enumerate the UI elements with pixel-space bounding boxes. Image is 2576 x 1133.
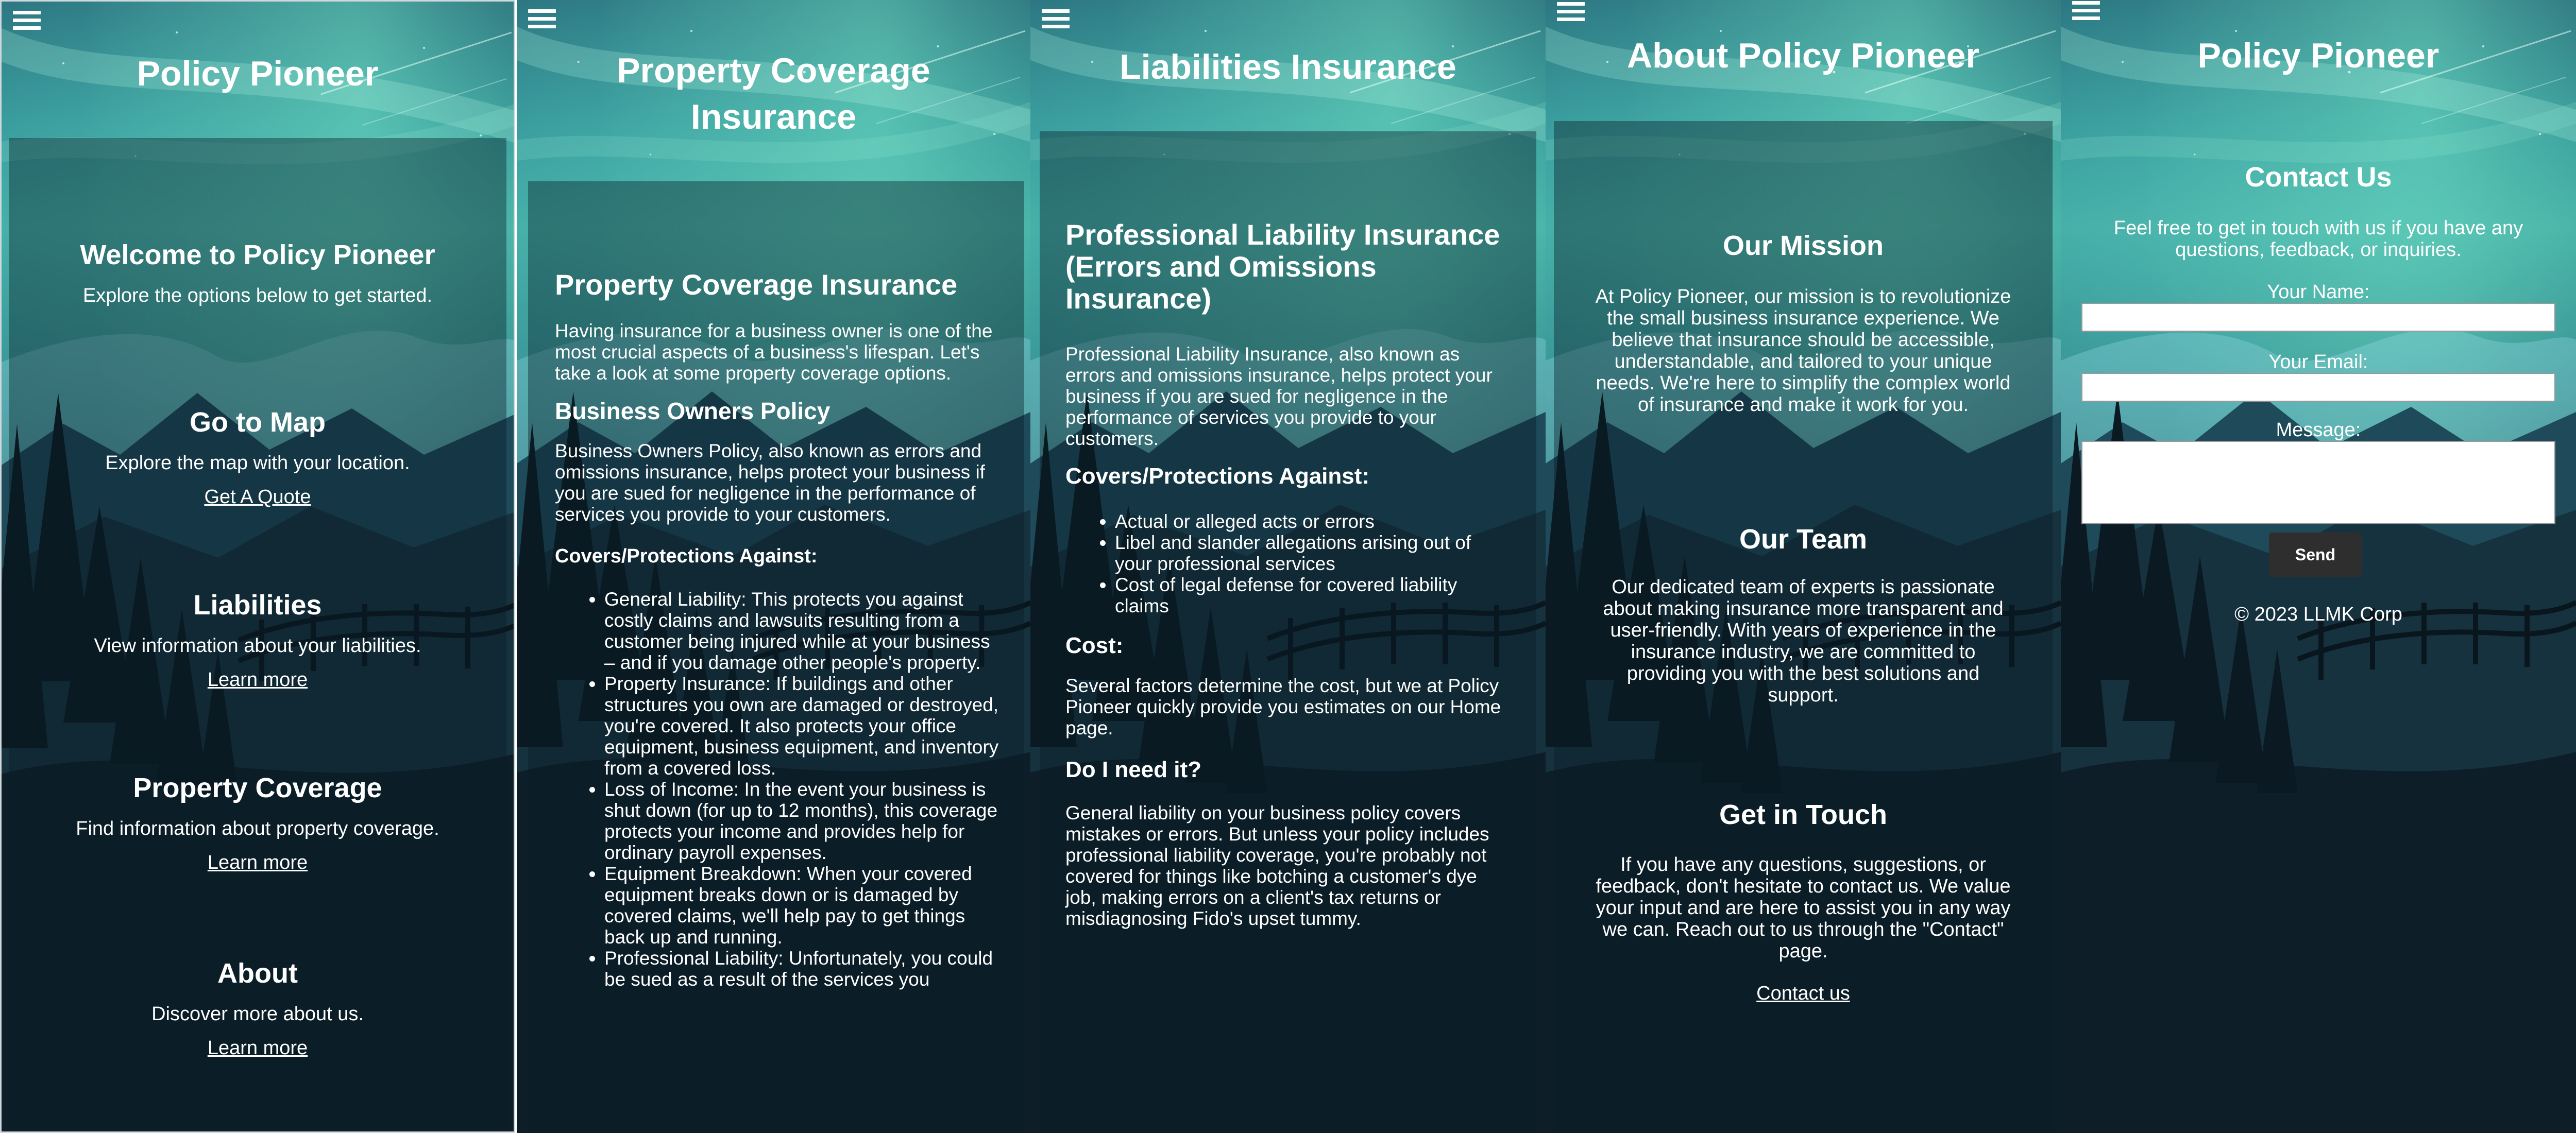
contact-intro: Feel free to get in touch with us if you…	[2113, 217, 2523, 261]
section-heading: Go to Map	[190, 407, 326, 438]
section-map: Go to Map Explore the map with your loca…	[9, 406, 506, 508]
hamburger-menu-icon[interactable]	[2072, 1, 2100, 24]
property-learn-more-link[interactable]: Learn more	[208, 852, 308, 874]
get-a-quote-link[interactable]: Get A Quote	[204, 486, 311, 508]
hamburger-menu-icon[interactable]	[1557, 2, 1585, 25]
contact-form: Contact Us Feel free to get in touch wit…	[2061, 161, 2576, 625]
section-text: Find information about property coverage…	[76, 818, 439, 839]
page-title: Liabilities Insurance	[1120, 47, 1456, 87]
hamburger-menu-icon[interactable]	[13, 11, 41, 33]
list-item: Actual or alleged acts or errors	[1115, 511, 1505, 532]
cost-text: Several factors determine the cost, but …	[1065, 675, 1501, 739]
contact-us-link[interactable]: Contact us	[1756, 983, 1850, 1005]
list-item: Equipment Breakdown: When your covered e…	[604, 863, 1004, 948]
screen-property-coverage: Property Coverage Insurance Property Cov…	[517, 0, 1030, 1133]
section-property-coverage: Property Coverage Find information about…	[9, 771, 506, 874]
email-label: Your Email:	[2268, 351, 2368, 373]
section-liabilities: Liabilities View information about your …	[9, 589, 506, 691]
list-item: Property Insurance: If buildings and oth…	[604, 673, 1004, 779]
need-heading: Do I need it?	[1065, 757, 1201, 782]
page-title: Property Coverage Insurance	[517, 47, 1030, 140]
team-text: Our dedicated team of experts is passion…	[1603, 576, 2004, 706]
section-heading: Property Coverage Insurance	[555, 268, 958, 301]
team-heading: Our Team	[1739, 524, 1868, 555]
hamburger-menu-icon[interactable]	[528, 9, 556, 32]
mission-heading: Our Mission	[1722, 230, 1884, 261]
screen-about: About Policy Pioneer Our Mission At Poli…	[1546, 0, 2061, 1133]
section-text: View information about your liabilities.	[94, 635, 421, 657]
cost-heading: Cost:	[1065, 633, 1124, 658]
covers-list: General Liability: This protects you aga…	[555, 589, 1004, 990]
page-title: Policy Pioneer	[2197, 36, 2439, 75]
page-title-line1: Property Coverage	[617, 51, 930, 90]
welcome-text: Explore the options below to get started…	[82, 285, 433, 306]
name-field[interactable]	[2081, 303, 2555, 332]
section-text: Discover more about us.	[151, 1003, 364, 1025]
screen-liabilities: Liabilities Insurance Professional Liabi…	[1030, 0, 1546, 1133]
get-in-touch-heading: Get in Touch	[1719, 799, 1887, 830]
about-learn-more-link[interactable]: Learn more	[208, 1037, 308, 1059]
content-panel: Our Mission At Policy Pioneer, our missi…	[1554, 121, 2053, 1133]
contact-heading: Contact Us	[2245, 162, 2392, 193]
hamburger-menu-icon[interactable]	[1042, 9, 1070, 32]
screen-home: Policy Pioneer Welcome to Policy Pioneer…	[0, 0, 515, 1133]
get-in-touch-text: If you have any questions, suggestions, …	[1596, 854, 2011, 962]
content-panel: Welcome to Policy Pioneer Explore the op…	[9, 138, 506, 1131]
section-heading: About	[217, 958, 298, 989]
liabilities-learn-more-link[interactable]: Learn more	[208, 669, 308, 691]
section-text: Explore the map with your location.	[105, 452, 410, 474]
team-section: Our Team Our dedicated team of experts i…	[1595, 523, 2011, 706]
message-field[interactable]	[2081, 441, 2555, 524]
business-owners-text: Business Owners Policy, also known as er…	[555, 440, 985, 525]
intro-text: Having insurance for a business owner is…	[555, 320, 993, 384]
need-text: General liability on your business polic…	[1065, 802, 1489, 929]
page-title: About Policy Pioneer	[1627, 36, 1979, 75]
covers-heading: Covers/Protections Against:	[1065, 464, 1370, 489]
list-item: General Liability: This protects you aga…	[604, 589, 1004, 673]
welcome-heading: Welcome to Policy Pioneer	[80, 239, 435, 270]
business-owners-heading: Business Owners Policy	[555, 398, 831, 424]
email-field[interactable]	[2081, 373, 2555, 402]
page-title-line2: Insurance	[690, 97, 857, 136]
section-heading: Professional Liability Insurance (Errors…	[1065, 218, 1500, 315]
content-panel: Property Coverage Insurance Having insur…	[528, 181, 1024, 1133]
footer-copyright: © 2023 LLMK Corp	[2234, 604, 2402, 625]
intro-text: Professional Liability Insurance, also k…	[1065, 344, 1493, 449]
section-about: About Discover more about us. Learn more	[9, 957, 506, 1059]
section-heading: Liabilities	[193, 590, 322, 621]
covers-heading: Covers/Protections Against:	[555, 545, 818, 567]
list-item: Professional Liability: Unfortunately, y…	[604, 948, 1004, 990]
name-label: Your Name:	[2267, 281, 2370, 303]
message-label: Message:	[2276, 419, 2361, 441]
send-button[interactable]: Send	[2269, 533, 2362, 577]
list-item: Libel and slander allegations arising ou…	[1115, 532, 1505, 574]
content-panel: Professional Liability Insurance (Errors…	[1040, 131, 1536, 1133]
screen-contact: Policy Pioneer Contact Us Feel free to g…	[2061, 0, 2576, 1133]
list-item: Cost of legal defense for covered liabil…	[1115, 574, 1505, 616]
mission-section: Our Mission At Policy Pioneer, our missi…	[1595, 229, 2011, 416]
mission-text: At Policy Pioneer, our mission is to rev…	[1595, 286, 2011, 416]
covers-list: Actual or alleged acts or errors Libel a…	[1065, 511, 1505, 616]
list-item: Loss of Income: In the event your busine…	[604, 779, 1004, 863]
get-in-touch-section: Get in Touch If you have any questions, …	[1595, 798, 2011, 1005]
page-title: Policy Pioneer	[137, 54, 379, 93]
section-heading: Property Coverage	[133, 772, 382, 803]
